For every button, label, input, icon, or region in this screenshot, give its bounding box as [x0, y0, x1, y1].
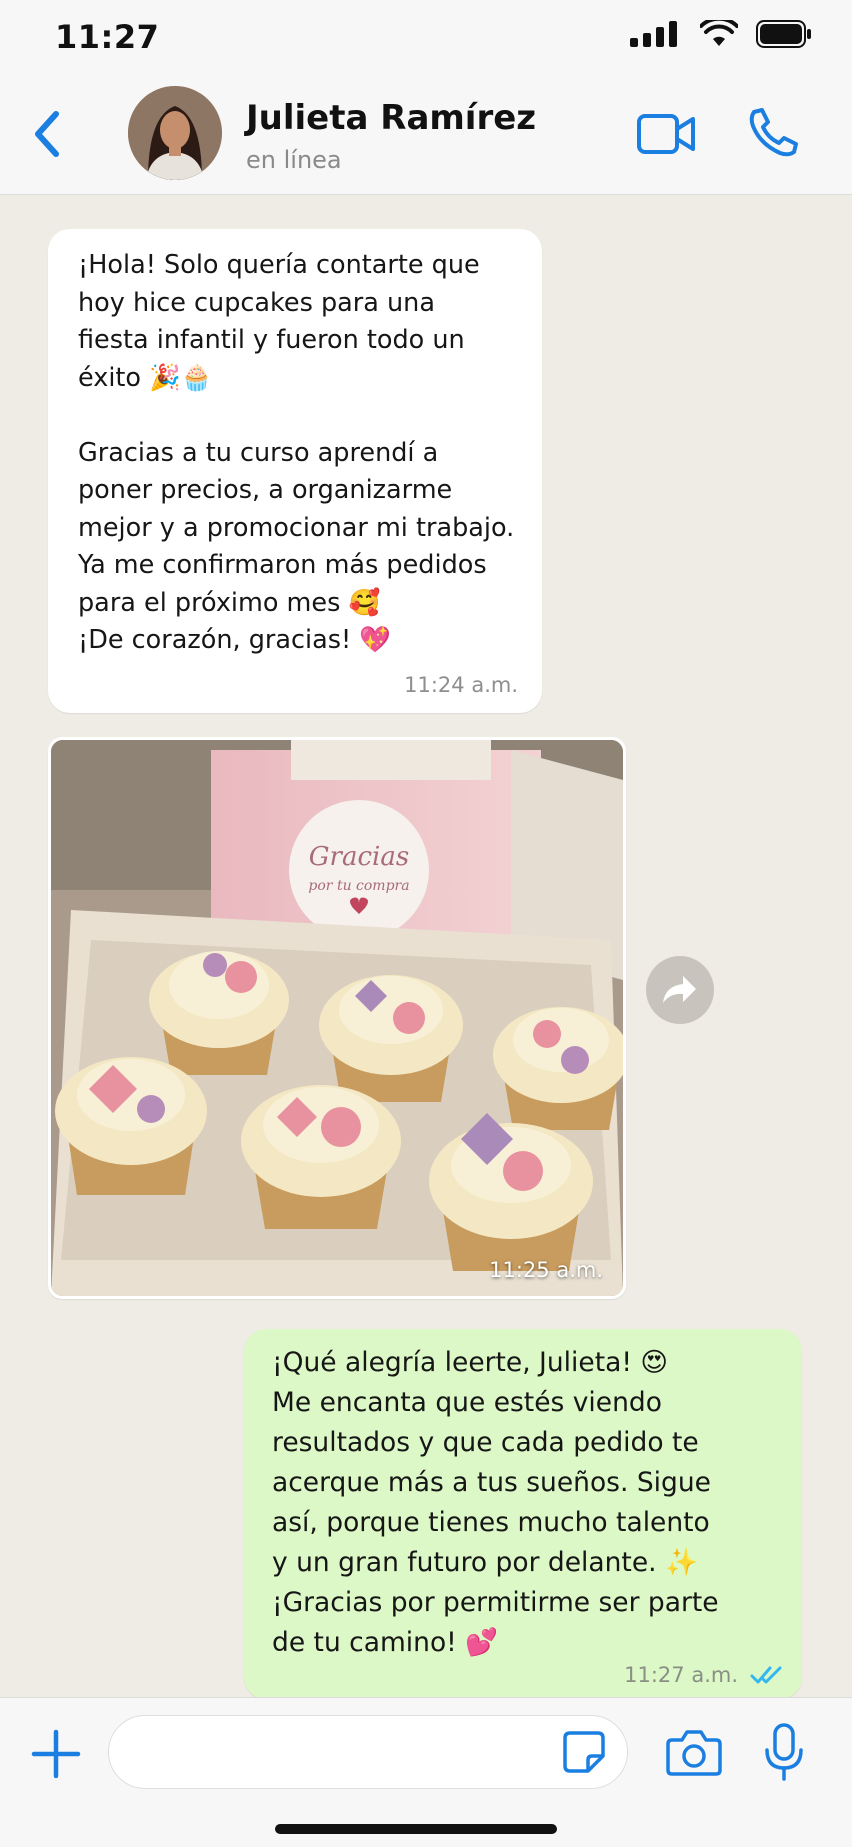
message-text: ¡Qué alegría leerte, Julieta! 😍 Me encan… — [272, 1347, 719, 1658]
read-ticks-icon — [750, 1666, 782, 1684]
video-call-button[interactable] — [636, 110, 696, 158]
chevron-left-icon — [35, 111, 59, 157]
sticker-icon — [563, 1731, 605, 1773]
camera-button[interactable] — [666, 1728, 722, 1776]
plus-icon — [31, 1729, 81, 1779]
voice-message-button[interactable] — [764, 1722, 804, 1782]
signal-icon — [630, 21, 677, 47]
sticker-text-2: por tu compra — [308, 878, 409, 894]
status-bar: 11:27 — [0, 0, 852, 76]
sticker-text-1: Gracias — [309, 842, 409, 872]
photo-illustration: Gracias por tu compra — [51, 740, 623, 1296]
message-time: 11:24 a.m. — [404, 673, 518, 697]
attach-button[interactable] — [30, 1728, 82, 1780]
contact-status: en línea — [246, 146, 342, 174]
chat-area[interactable]: ¡Hola! Solo quería contarte que hoy hice… — [0, 195, 852, 1699]
chat-header: Julieta Ramírez en línea — [0, 76, 852, 195]
voice-call-button[interactable] — [748, 106, 800, 158]
back-button[interactable] — [28, 106, 68, 162]
contact-name[interactable]: Julieta Ramírez — [246, 98, 536, 138]
microphone-icon — [765, 1723, 803, 1781]
avatar-photo — [128, 86, 222, 180]
cupcakes-photo[interactable]: Gracias por tu compra 11:25 a.m. — [51, 740, 623, 1296]
video-camera-icon — [637, 114, 695, 154]
message-time: 11:27 a.m. — [624, 1663, 738, 1687]
contact-avatar[interactable] — [128, 86, 222, 180]
wifi-icon — [700, 20, 738, 46]
input-bar — [0, 1697, 852, 1847]
phone-icon — [749, 108, 798, 157]
incoming-image-message[interactable]: Gracias por tu compra 11:25 a.m. — [48, 737, 626, 1299]
home-indicator[interactable] — [275, 1824, 557, 1834]
battery-icon — [756, 20, 811, 48]
incoming-message-bubble[interactable]: ¡Hola! Solo quería contarte que hoy hice… — [48, 229, 542, 713]
forward-button[interactable] — [646, 956, 714, 1024]
outgoing-message-bubble[interactable]: ¡Qué alegría leerte, Julieta! 😍 Me encan… — [244, 1329, 802, 1699]
status-time: 11:27 — [55, 18, 160, 56]
message-text: ¡Hola! Solo quería contarte que hoy hice… — [78, 250, 515, 655]
sticker-button[interactable] — [562, 1730, 606, 1774]
image-time: 11:25 a.m. — [489, 1258, 603, 1282]
camera-icon — [666, 1730, 722, 1776]
status-icons — [630, 20, 812, 48]
message-input[interactable] — [108, 1715, 628, 1789]
forward-arrow-icon — [663, 976, 696, 1003]
message-meta: 11:27 a.m. — [624, 1663, 784, 1687]
